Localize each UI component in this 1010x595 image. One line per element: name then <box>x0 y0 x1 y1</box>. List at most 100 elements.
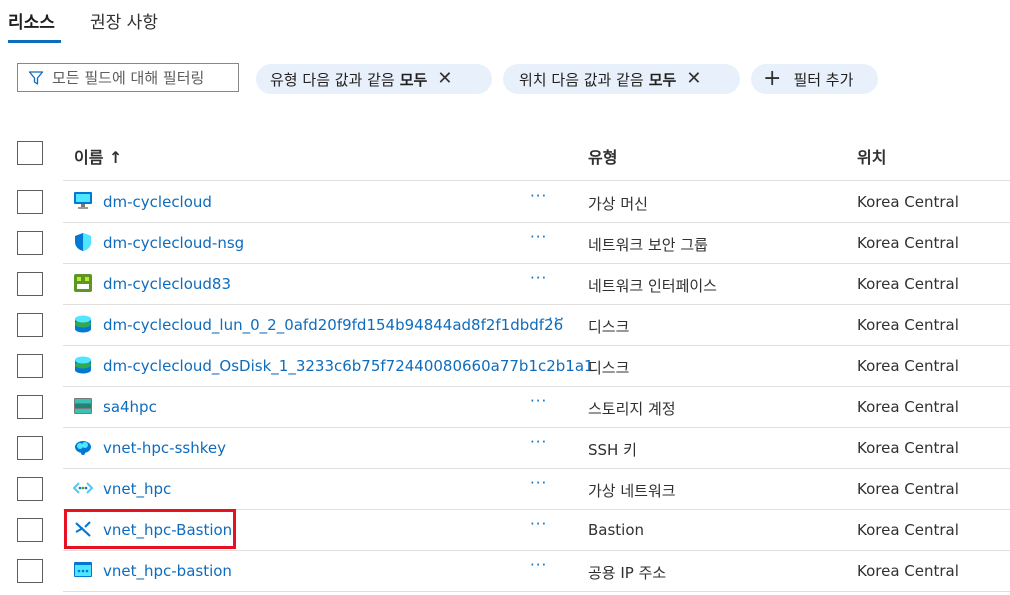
filter-icon <box>28 70 44 85</box>
pill-prefix: 위치 <box>519 70 547 89</box>
resource-location: Korea Central <box>857 562 959 580</box>
more-actions-button[interactable]: ··· <box>530 515 547 533</box>
table-row: sa4hpc ··· 스토리지 계정 Korea Central <box>0 386 1010 427</box>
resource-type: 가상 네트워크 <box>588 482 676 500</box>
divider <box>63 386 1010 387</box>
more-actions-button[interactable]: ··· <box>530 187 547 205</box>
resource-type: 디스크 <box>588 318 630 336</box>
select-all-checkbox[interactable] <box>17 141 43 165</box>
network-interface-icon <box>74 274 92 292</box>
resource-link[interactable]: dm-cyclecloud <box>103 193 212 211</box>
resource-location: Korea Central <box>857 316 959 334</box>
storage-account-icon <box>74 398 92 414</box>
resource-link[interactable]: dm-cyclecloud-nsg <box>103 234 244 252</box>
divider <box>63 263 1010 264</box>
row-checkbox[interactable] <box>17 231 43 255</box>
table-row: dm-cyclecloud ··· 가상 머신 Korea Central <box>0 181 1010 222</box>
resource-location: Korea Central <box>857 439 959 457</box>
more-actions-button[interactable]: ··· <box>530 269 547 287</box>
pill-prefix: 유형 <box>270 70 298 89</box>
pill-middle: 다음 값과 같음 <box>302 70 395 89</box>
resource-location: Korea Central <box>857 480 959 498</box>
table-row: dm-cyclecloud_lun_0_2_0afd20f9fd154b9484… <box>0 304 1010 345</box>
resource-type: 가상 머신 <box>588 195 648 213</box>
pill-value: 모두 <box>648 70 677 89</box>
pill-middle: 다음 값과 같음 <box>551 70 644 89</box>
resource-link[interactable]: vnet_hpc-bastion <box>103 562 232 580</box>
active-tab-indicator <box>8 40 61 43</box>
plus-icon: + <box>763 66 782 91</box>
table-row: vnet_hpc ··· 가상 네트워크 Korea Central <box>0 468 1010 509</box>
tab-bar: 리소스 권장 사항 <box>0 0 1010 44</box>
more-actions-button[interactable]: ··· <box>530 556 547 574</box>
row-checkbox[interactable] <box>17 518 43 542</box>
row-checkbox[interactable] <box>17 354 43 378</box>
more-actions-button[interactable]: ··· <box>530 392 547 410</box>
resource-location: Korea Central <box>857 234 959 252</box>
resource-location: Korea Central <box>857 398 959 416</box>
resource-type: 공용 IP 주소 <box>588 564 667 582</box>
divider <box>63 509 1010 510</box>
row-checkbox[interactable] <box>17 190 43 214</box>
table-row: vnet_hpc-Bastion ··· Bastion Korea Centr… <box>0 509 1010 550</box>
resource-link[interactable]: dm-cyclecloud_OsDisk_1_3233c6b75f7244008… <box>103 357 594 375</box>
table-row: vnet_hpc-bastion ··· 공용 IP 주소 Korea Cent… <box>0 550 1010 591</box>
virtual-machine-icon <box>74 192 92 209</box>
resource-location: Korea Central <box>857 193 959 211</box>
column-header-type[interactable]: 유형 <box>588 144 617 168</box>
table-header: 이름 ↑ 유형 위치 <box>0 130 1010 181</box>
resource-location: Korea Central <box>857 521 959 539</box>
table-row: dm-cyclecloud_OsDisk_1_3233c6b75f7244008… <box>0 345 1010 386</box>
ssh-key-icon <box>75 441 91 455</box>
resource-link[interactable]: vnet_hpc <box>103 480 171 498</box>
table-row: dm-cyclecloud83 ··· 네트워크 인터페이스 Korea Cen… <box>0 263 1010 304</box>
more-actions-button[interactable]: ··· <box>530 228 547 246</box>
divider <box>63 222 1010 223</box>
pill-value: 모두 <box>399 70 428 89</box>
network-security-group-icon <box>75 233 91 251</box>
filter-placeholder: 모든 필드에 대해 필터링 <box>52 69 205 87</box>
divider <box>63 550 1010 551</box>
resource-type: SSH 키 <box>588 441 637 459</box>
column-header-name[interactable]: 이름 ↑ <box>74 144 122 168</box>
divider <box>63 468 1010 469</box>
divider <box>63 345 1010 346</box>
resource-link[interactable]: dm-cyclecloud_lun_0_2_0afd20f9fd154b9484… <box>103 316 563 334</box>
row-checkbox[interactable] <box>17 559 43 583</box>
resource-link[interactable]: vnet-hpc-sshkey <box>103 439 226 457</box>
tab-recommendations[interactable]: 권장 사항 <box>90 8 158 33</box>
disk-icon <box>75 356 91 374</box>
resource-type: 네트워크 보안 그룹 <box>588 236 708 254</box>
table-bottom <box>0 591 1010 593</box>
more-actions-button[interactable]: ··· <box>530 433 547 451</box>
remove-filter-icon[interactable]: ✕ <box>686 70 701 88</box>
resource-type: 네트워크 인터페이스 <box>588 277 717 295</box>
resource-link[interactable]: vnet_hpc-Bastion <box>103 521 232 539</box>
tab-resources[interactable]: 리소스 <box>8 8 55 33</box>
more-actions-button[interactable]: ··· <box>530 474 547 492</box>
resource-link[interactable]: dm-cyclecloud83 <box>103 275 231 293</box>
table-row: dm-cyclecloud-nsg ··· 네트워크 보안 그룹 Korea C… <box>0 222 1010 263</box>
row-checkbox[interactable] <box>17 477 43 501</box>
public-ip-icon <box>74 562 92 577</box>
row-checkbox[interactable] <box>17 272 43 296</box>
disk-icon <box>75 315 91 333</box>
row-checkbox[interactable] <box>17 436 43 460</box>
divider <box>63 304 1010 305</box>
bastion-icon <box>75 521 91 537</box>
virtual-network-icon <box>73 482 93 494</box>
filter-input[interactable]: 모든 필드에 대해 필터링 <box>17 63 239 92</box>
row-checkbox[interactable] <box>17 313 43 337</box>
type-filter-pill[interactable]: 유형 다음 값과 같음 모두 ✕ <box>256 64 492 94</box>
resource-type: Bastion <box>588 521 645 539</box>
remove-filter-icon[interactable]: ✕ <box>437 70 452 88</box>
table-row: vnet-hpc-sshkey ··· SSH 키 Korea Central <box>0 427 1010 468</box>
location-filter-pill[interactable]: 위치 다음 값과 같음 모두 ✕ <box>503 64 740 94</box>
add-filter-button[interactable]: + 필터 추가 <box>751 64 878 94</box>
more-actions-button[interactable]: ··· <box>548 310 565 328</box>
divider <box>63 591 1010 592</box>
resource-link[interactable]: sa4hpc <box>103 398 157 416</box>
divider <box>63 427 1010 428</box>
row-checkbox[interactable] <box>17 395 43 419</box>
column-header-location[interactable]: 위치 <box>857 144 886 168</box>
